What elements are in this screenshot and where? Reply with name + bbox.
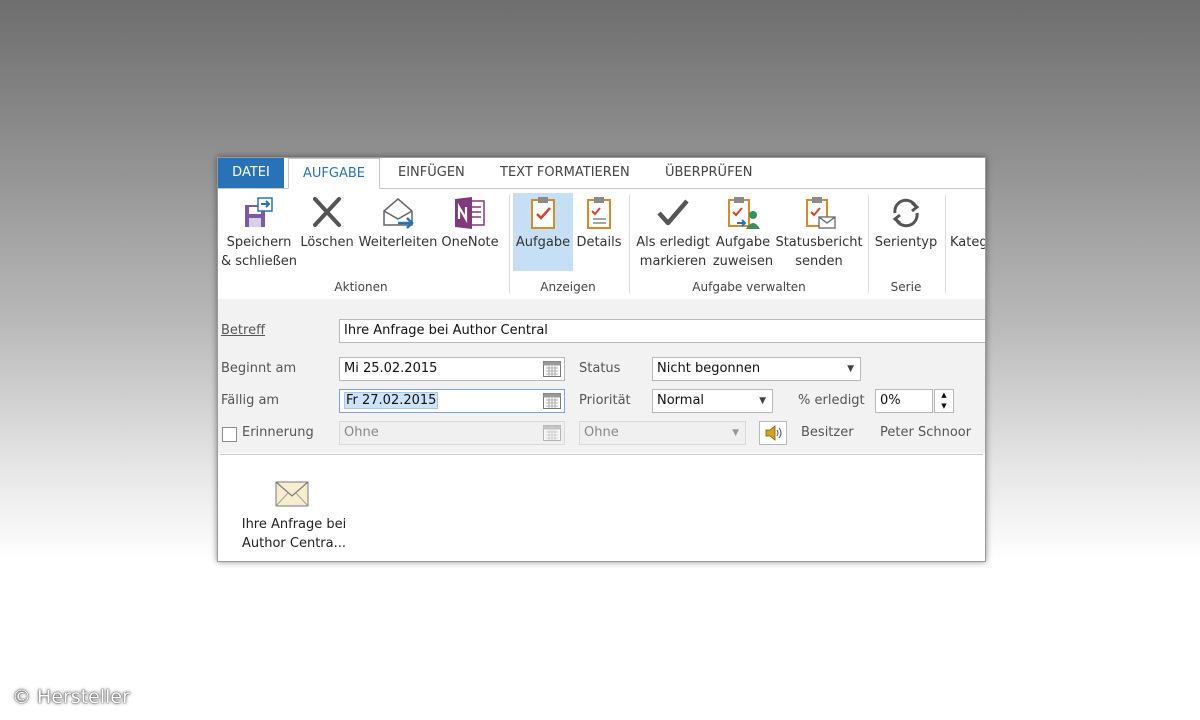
- task-view-button[interactable]: Aufgabe: [513, 193, 573, 271]
- chevron-down-icon: ▼: [732, 428, 739, 438]
- reminder-checkbox[interactable]: [222, 427, 237, 442]
- task-form: Betreff Ihre Anfrage bei Author Central …: [218, 299, 985, 453]
- save-close-label-2: & schließen: [220, 254, 298, 269]
- onenote-button[interactable]: OneNote: [438, 193, 502, 271]
- assign-task-icon: [728, 197, 760, 229]
- delete-label: Löschen: [300, 235, 354, 250]
- envelope-icon[interactable]: [275, 481, 309, 507]
- tab-text-formatieren[interactable]: TEXT FORMATIEREN: [486, 158, 644, 188]
- subject-label: Betreff: [221, 323, 266, 338]
- chevron-down-icon: ▼: [847, 364, 854, 374]
- delete-button[interactable]: Löschen: [298, 193, 356, 271]
- recurrence-button[interactable]: Serientyp: [872, 193, 940, 271]
- priority-label: Priorität: [579, 393, 631, 408]
- categorize-label: Kateg: [950, 235, 986, 250]
- task-view-label: Aufgabe: [515, 235, 571, 250]
- percent-complete-stepper[interactable]: ▲ ▼: [934, 389, 954, 413]
- arrow-up-icon[interactable]: ▲: [935, 390, 953, 401]
- forward-mail-icon: [383, 198, 414, 229]
- group-label-anzeigen: Anzeigen: [540, 280, 596, 294]
- recurrence-label: Serientyp: [874, 235, 938, 250]
- group-separator: [509, 195, 510, 293]
- reminder-date-value: Ohne: [344, 425, 379, 440]
- onenote-label: OneNote: [441, 235, 499, 250]
- group-label-aufgabe-verwalten: Aufgabe verwalten: [692, 280, 806, 294]
- start-date-label: Beginnt am: [221, 361, 297, 376]
- group-label-serie: Serie: [890, 280, 922, 294]
- tab-einfuegen[interactable]: EINFÜGEN: [384, 158, 479, 188]
- save-close-label-1: Speichern: [226, 235, 292, 250]
- tab-datei[interactable]: DATEI: [218, 158, 284, 188]
- owner-label: Besitzer: [801, 425, 854, 440]
- task-window: DATEI AUFGABE EINFÜGEN TEXT FORMATIEREN …: [217, 157, 986, 562]
- status-value: Nicht begonnen: [657, 361, 761, 376]
- copyright-watermark: © Hersteller: [12, 686, 130, 708]
- priority-dropdown[interactable]: Normal ▼: [652, 389, 773, 413]
- group-separator: [945, 195, 946, 293]
- ribbon: Speichern & schließen Löschen Weiterleit…: [218, 188, 985, 300]
- reminder-date-field: Ohne: [339, 421, 565, 445]
- subject-input[interactable]: Ihre Anfrage bei Author Central: [339, 319, 985, 343]
- chevron-down-icon: ▼: [759, 396, 766, 406]
- arrow-down-icon[interactable]: ▼: [935, 401, 953, 412]
- task-clipboard-icon: [531, 197, 555, 229]
- assign-task-label-2: zuweisen: [712, 254, 774, 269]
- speaker-icon: [765, 425, 782, 441]
- priority-value: Normal: [657, 393, 705, 408]
- percent-complete-input[interactable]: 0%: [875, 389, 933, 413]
- assign-task-button[interactable]: Aufgabe zuweisen: [712, 193, 774, 271]
- status-report-icon: [806, 197, 836, 229]
- details-clipboard-icon: [587, 197, 611, 229]
- forward-button[interactable]: Weiterleiten: [358, 193, 438, 271]
- onenote-icon: [455, 197, 485, 229]
- due-date-label: Fällig am: [221, 393, 280, 408]
- mark-complete-label-1: Als erledigt: [636, 235, 710, 250]
- attachment-label[interactable]: Ihre Anfrage bei Author Centra...: [234, 515, 354, 553]
- group-label-aktionen: Aktionen: [334, 280, 388, 294]
- ribbon-tab-bar: DATEI AUFGABE EINFÜGEN TEXT FORMATIEREN …: [218, 158, 985, 189]
- tab-ueberpruefen[interactable]: ÜBERPRÜFEN: [651, 158, 766, 188]
- send-status-report-label-2: senden: [795, 254, 843, 269]
- details-label: Details: [576, 235, 622, 250]
- send-status-report-label-1: Statusbericht: [775, 235, 863, 250]
- forward-label: Weiterleiten: [358, 235, 438, 250]
- details-button[interactable]: Details: [574, 193, 624, 271]
- tab-aufgabe[interactable]: AUFGABE: [288, 158, 380, 189]
- assign-task-label-1: Aufgabe: [715, 235, 771, 250]
- mark-complete-button[interactable]: Als erledigt markieren: [634, 193, 712, 271]
- start-date-field[interactable]: Mi 25.02.2015: [339, 357, 565, 381]
- task-body[interactable]: Ihre Anfrage bei Author Centra...: [220, 454, 983, 560]
- status-label: Status: [579, 361, 621, 376]
- status-dropdown[interactable]: Nicht begonnen ▼: [652, 357, 861, 381]
- save-close-icon: [245, 197, 273, 227]
- delete-x-icon: [313, 197, 341, 227]
- due-date-value: Fr 27.02.2015: [344, 392, 439, 409]
- group-separator: [868, 195, 869, 293]
- categorize-button[interactable]: Kateg: [950, 193, 986, 271]
- reminder-time-dropdown: Ohne ▼: [579, 421, 746, 445]
- calendar-icon: [543, 425, 561, 441]
- save-close-button[interactable]: Speichern & schließen: [220, 193, 298, 271]
- percent-complete-label: % erledigt: [798, 393, 865, 408]
- start-date-value: Mi 25.02.2015: [344, 361, 438, 376]
- mark-complete-label-2: markieren: [639, 254, 707, 269]
- owner-value: Peter Schnoor: [880, 425, 972, 440]
- calendar-icon[interactable]: [543, 361, 561, 377]
- send-status-report-button[interactable]: Statusbericht senden: [774, 193, 864, 271]
- recurrence-icon: [892, 198, 920, 228]
- reminder-label: Erinnerung: [242, 425, 314, 440]
- reminder-sound-button[interactable]: [759, 421, 787, 445]
- group-separator: [629, 195, 630, 293]
- due-date-field[interactable]: Fr 27.02.2015: [339, 389, 565, 413]
- calendar-icon[interactable]: [543, 393, 561, 409]
- checkmark-icon: [657, 199, 689, 226]
- reminder-time-value: Ohne: [584, 425, 619, 440]
